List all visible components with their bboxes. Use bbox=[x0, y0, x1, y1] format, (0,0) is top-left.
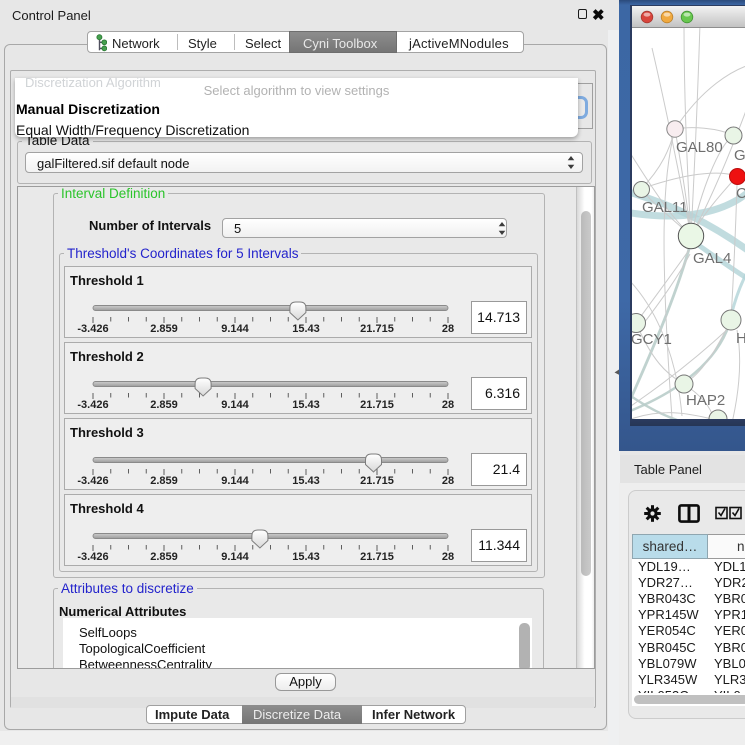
svg-text:GAL11: GAL11 bbox=[642, 199, 688, 216]
svg-text:G.: G. bbox=[734, 147, 745, 164]
svg-text:GCY1: GCY1 bbox=[632, 331, 672, 348]
svg-text:HAP2: HAP2 bbox=[686, 392, 725, 409]
svg-text:H: H bbox=[736, 330, 745, 347]
svg-text:GAL80: GAL80 bbox=[676, 139, 723, 156]
svg-text:GAL4: GAL4 bbox=[693, 250, 731, 267]
svg-text:C: C bbox=[736, 185, 745, 202]
